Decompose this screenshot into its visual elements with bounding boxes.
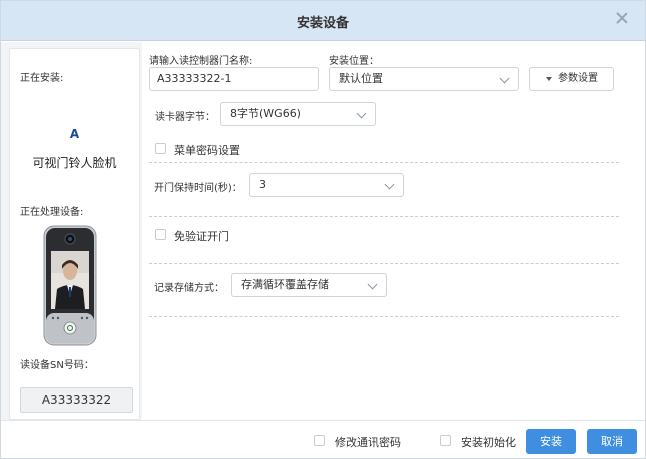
install-init-checkbox[interactable] xyxy=(440,435,451,446)
modify-password-label: 修改通讯密码 xyxy=(335,436,401,449)
cancel-button[interactable]: 取消 xyxy=(587,429,637,454)
processing-label: 正在处理设备: xyxy=(20,207,84,218)
record-storage-select[interactable]: 存满循环覆盖存储 xyxy=(231,273,387,297)
chevron-down-icon xyxy=(367,279,378,290)
door-hold-value: 3 xyxy=(259,178,266,191)
record-storage-label: 记录存储方式： xyxy=(154,283,224,294)
install-init-label: 安装初始化 xyxy=(461,436,516,449)
close-icon[interactable] xyxy=(615,11,629,25)
installing-label: 正在安装: xyxy=(20,73,64,84)
install-device-dialog: 安装设备 正在安装: A 可视门铃人脸机 正在处理设备: 读设备SN号码： A3… xyxy=(0,0,646,459)
modify-password-checkbox[interactable] xyxy=(314,435,325,446)
location-label: 安装位置： xyxy=(329,56,379,67)
door-name-label: 请输入读控制器门名称: xyxy=(149,56,253,67)
dialog-footer: 修改通讯密码 安装初始化 安装 取消 xyxy=(1,420,645,458)
location-select-value: 默认位置 xyxy=(339,72,383,85)
param-settings-label: 参数设置 xyxy=(558,73,598,84)
door-name-input[interactable]: A33333322-1 xyxy=(149,67,319,91)
section-divider xyxy=(149,316,619,317)
device-info-panel: 正在安装: A 可视门铃人脸机 正在处理设备: 读设备SN号码： A333333… xyxy=(9,48,140,420)
install-button[interactable]: 安装 xyxy=(526,429,576,454)
door-hold-select[interactable]: 3 xyxy=(249,173,404,197)
menu-password-label: 菜单密码设置 xyxy=(174,144,240,157)
reader-bytes-select[interactable]: 8字节(WG66) xyxy=(220,102,376,126)
record-storage-value: 存满循环覆盖存储 xyxy=(241,278,329,291)
reader-bytes-label: 读卡器字节： xyxy=(155,112,215,123)
param-settings-button[interactable]: 参数设置 xyxy=(529,67,614,91)
device-letter: A xyxy=(69,127,80,141)
chevron-down-icon xyxy=(356,108,367,119)
install-form: 请输入读控制器门名称: A33333322-1 安装位置： 默认位置 参数设置 … xyxy=(142,42,645,420)
dialog-titlebar: 安装设备 xyxy=(1,1,645,41)
caret-down-icon xyxy=(546,77,552,81)
free-auth-checkbox[interactable] xyxy=(155,229,166,240)
dialog-title: 安装设备 xyxy=(296,16,349,31)
sn-value-box: A33333322 xyxy=(20,387,133,413)
location-select[interactable]: 默认位置 xyxy=(329,67,519,91)
chevron-down-icon xyxy=(384,179,395,190)
section-divider xyxy=(149,216,619,217)
chevron-down-icon xyxy=(499,73,510,84)
section-divider xyxy=(149,162,619,163)
door-hold-label: 开门保持时间(秒)： xyxy=(154,183,242,194)
device-type-name: 可视门铃人脸机 xyxy=(32,156,117,170)
reader-bytes-value: 8字节(WG66) xyxy=(230,107,301,120)
free-auth-label: 免验证开门 xyxy=(174,230,229,243)
dialog-body: 正在安装: A 可视门铃人脸机 正在处理设备: 读设备SN号码： A333333… xyxy=(1,42,645,420)
sn-label: 读设备SN号码： xyxy=(20,360,94,371)
section-divider xyxy=(149,263,619,264)
menu-password-checkbox[interactable] xyxy=(155,143,166,154)
face-terminal-device-image xyxy=(43,225,97,346)
